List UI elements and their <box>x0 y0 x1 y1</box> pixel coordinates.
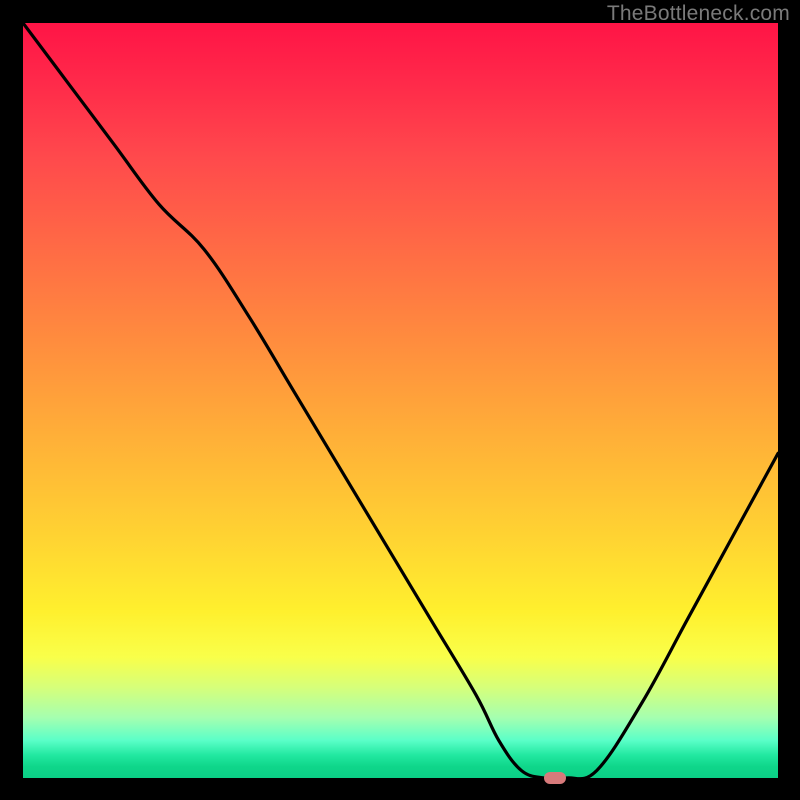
watermark-text: TheBottleneck.com <box>607 2 790 26</box>
bottleneck-curve <box>23 23 778 778</box>
plot-area <box>23 23 778 778</box>
chart-frame: TheBottleneck.com <box>0 0 800 800</box>
optimal-point-marker <box>544 772 566 784</box>
